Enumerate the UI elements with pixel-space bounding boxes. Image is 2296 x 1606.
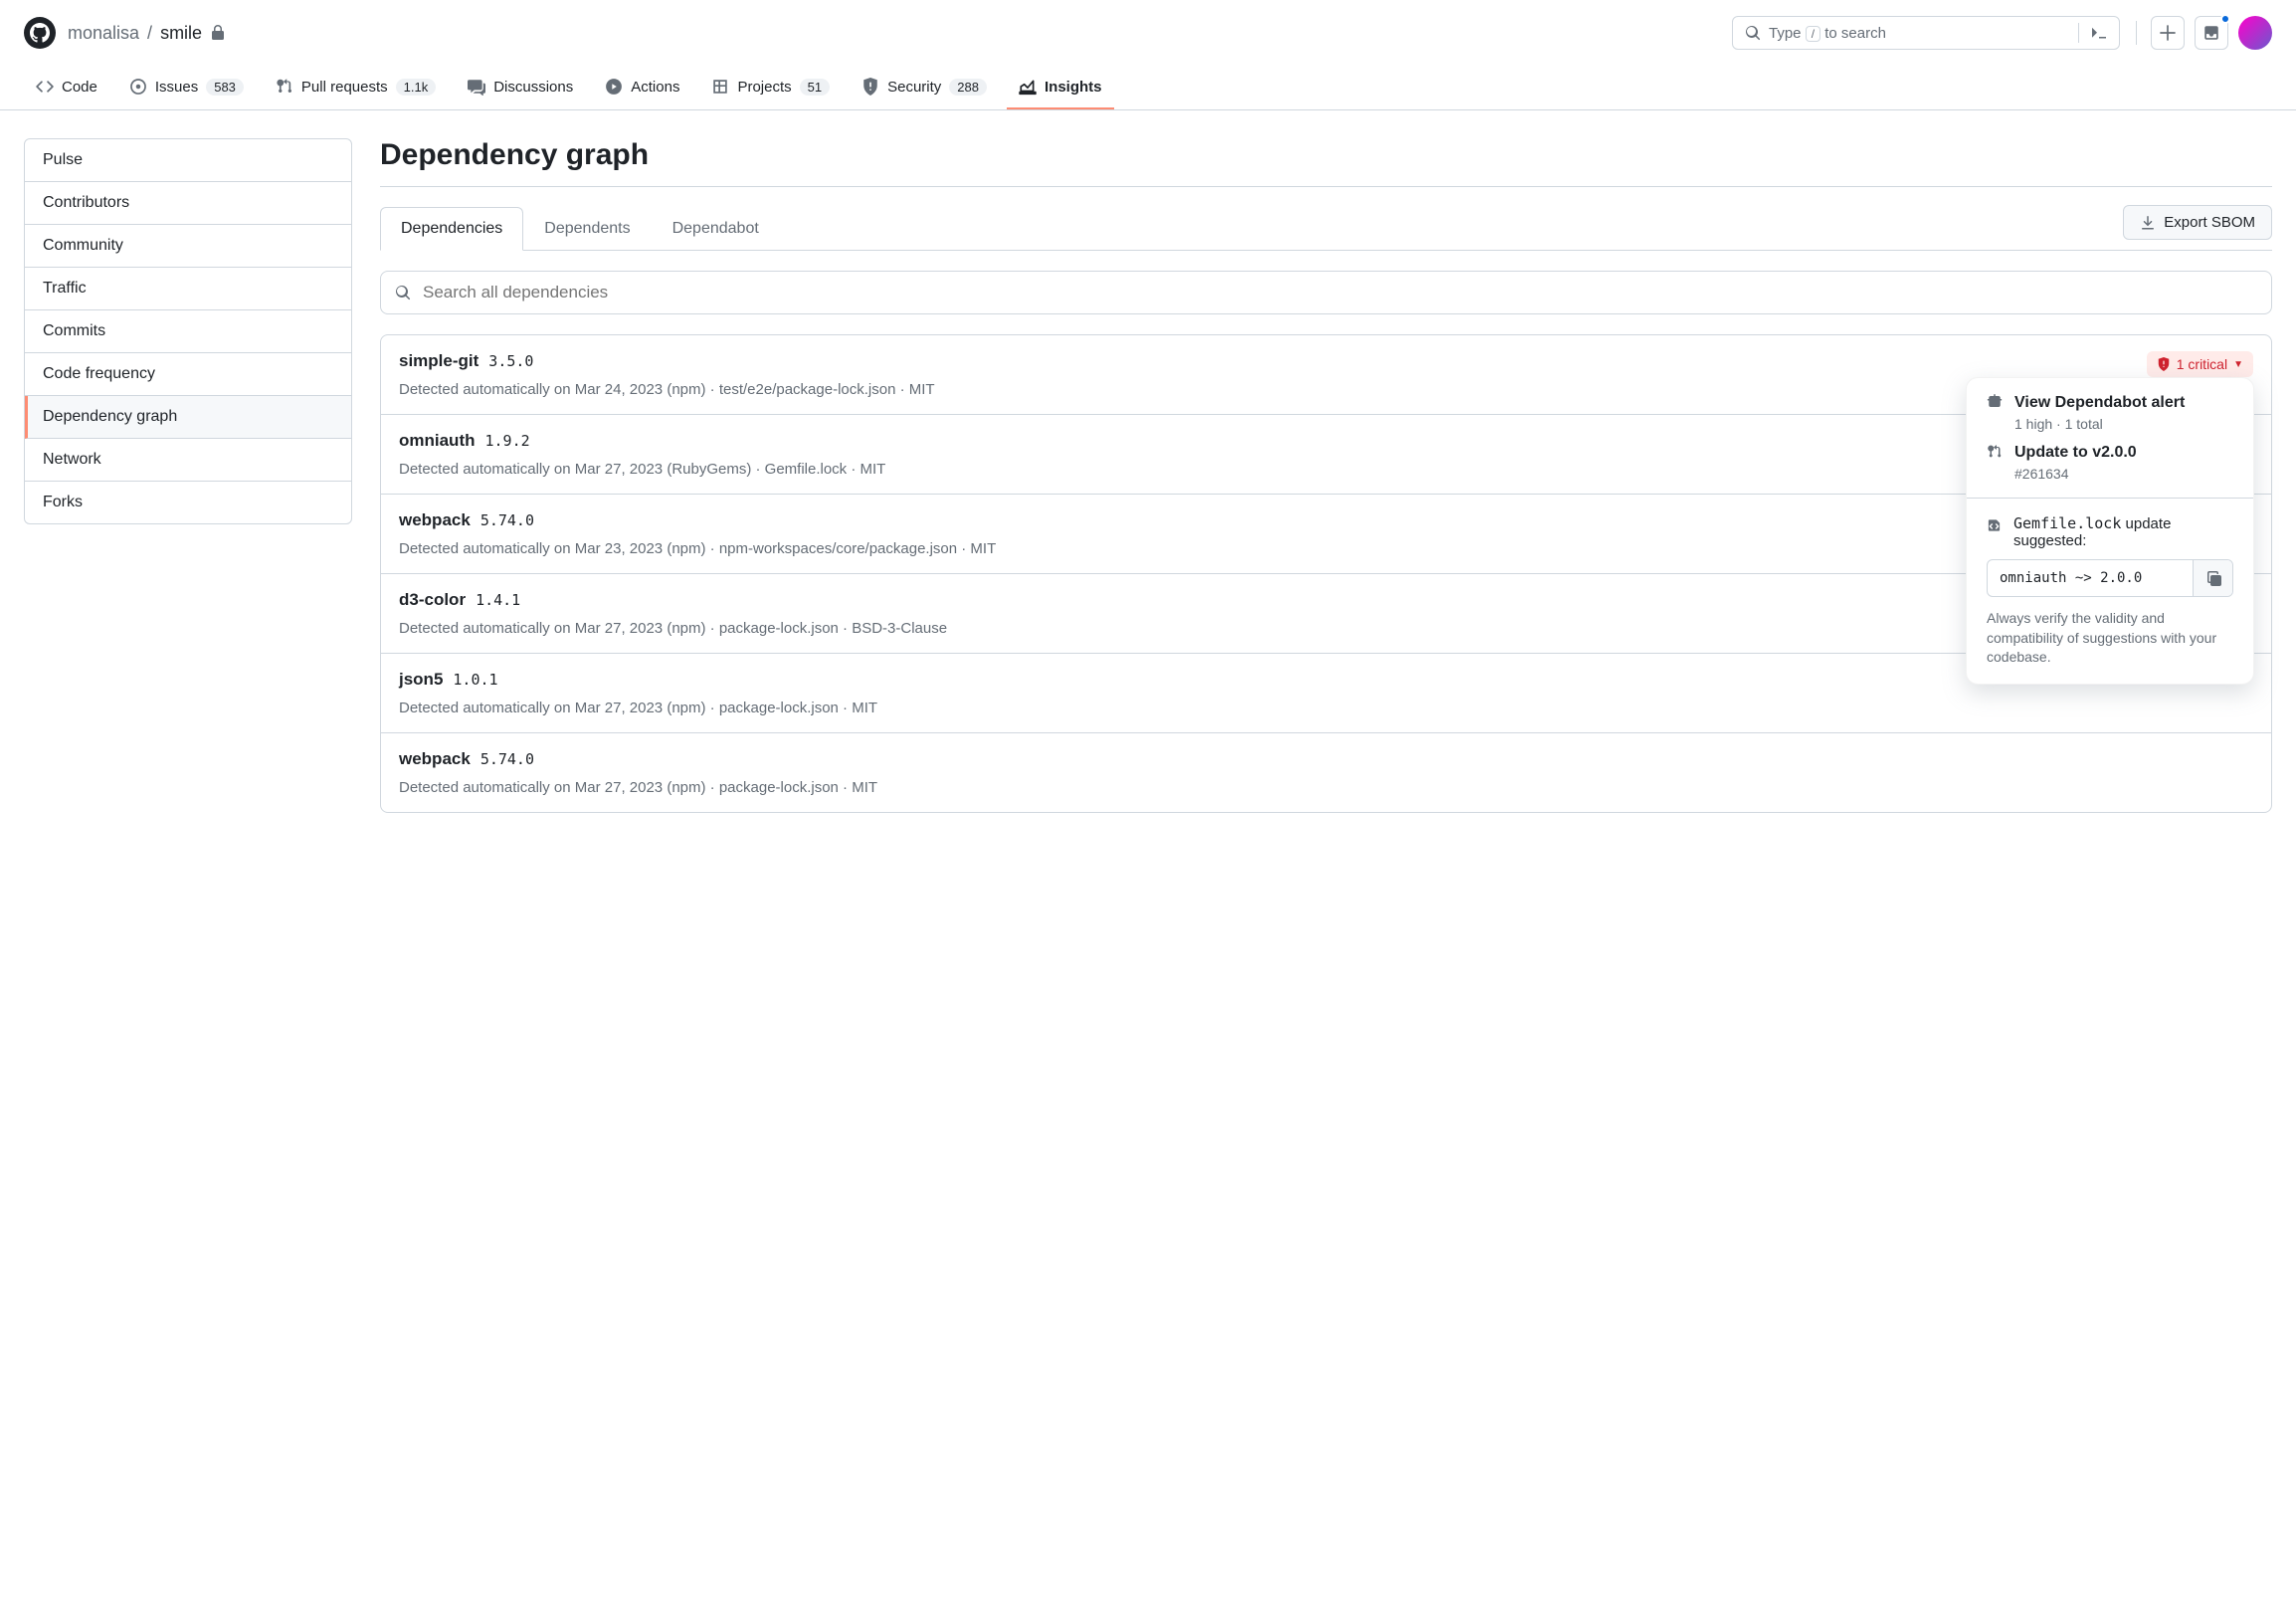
- repo-nav-projects[interactable]: Projects51: [699, 66, 842, 109]
- dependency-search-input[interactable]: [421, 282, 2257, 303]
- sidebar-item-network[interactable]: Network: [25, 439, 351, 482]
- dependency-meta: Detected automatically on Mar 27, 2023 (…: [399, 779, 2253, 796]
- sidebar-item-commits[interactable]: Commits: [25, 310, 351, 353]
- dependabot-icon: [1987, 394, 2003, 410]
- breadcrumb-sep: /: [147, 23, 152, 44]
- dependency-meta: Detected automatically on Mar 27, 2023 (…: [399, 700, 2253, 716]
- sidebar-item-community[interactable]: Community: [25, 225, 351, 268]
- dependency-version: 5.74.0: [480, 511, 534, 529]
- dependency-tabs: DependenciesDependentsDependabot: [380, 206, 780, 250]
- dependency-search[interactable]: [380, 271, 2272, 314]
- dependency-name[interactable]: omniauth: [399, 431, 476, 451]
- global-search[interactable]: Type / to search: [1732, 16, 2120, 50]
- sidebar-item-contributors[interactable]: Contributors: [25, 182, 351, 225]
- notifications-button[interactable]: [2195, 16, 2228, 50]
- tab-dependencies[interactable]: Dependencies: [380, 207, 523, 251]
- sidebar-item-code-frequency[interactable]: Code frequency: [25, 353, 351, 396]
- github-logo[interactable]: [24, 17, 56, 49]
- dependency-version: 1.0.1: [453, 671, 497, 689]
- dependency-version: 3.5.0: [488, 352, 533, 370]
- page-title: Dependency graph: [380, 138, 2272, 172]
- repo-nav-actions[interactable]: Actions: [593, 66, 691, 109]
- dependency-name[interactable]: webpack: [399, 510, 471, 530]
- dependency-version: 5.74.0: [480, 750, 534, 768]
- dependency-name[interactable]: webpack: [399, 749, 471, 769]
- search-icon: [395, 285, 411, 301]
- dependency-meta: Detected automatically on Mar 27, 2023 (…: [399, 461, 2160, 478]
- dependency-name[interactable]: simple-git: [399, 351, 478, 371]
- suggestion-disclaimer: Always verify the validity and compatibi…: [1987, 609, 2233, 668]
- git-pull-request-icon: [1987, 444, 2003, 460]
- user-avatar[interactable]: [2238, 16, 2272, 50]
- inbox-icon: [2202, 24, 2220, 42]
- dependency-name[interactable]: json5: [399, 670, 443, 690]
- caret-down-icon: ▼: [2233, 359, 2243, 370]
- download-icon: [2140, 215, 2156, 231]
- plus-icon: [2159, 24, 2177, 42]
- sidebar-item-dependency-graph[interactable]: Dependency graph: [25, 396, 351, 439]
- copy-icon: [2205, 570, 2221, 586]
- export-sbom-button[interactable]: Export SBOM: [2123, 205, 2272, 240]
- file-update-suggested: Gemfile.lock update suggested:: [1987, 514, 2233, 549]
- repo-nav-security[interactable]: Security288: [850, 66, 999, 109]
- repo-nav-code[interactable]: Code: [24, 66, 109, 109]
- file-code-icon: [1987, 517, 2002, 533]
- dependency-version: 1.9.2: [485, 432, 530, 450]
- repo-nav-pull-requests[interactable]: Pull requests1.1k: [264, 66, 448, 109]
- dependency-actions-popover: View Dependabot alert 1 high · 1 total U…: [1966, 377, 2254, 685]
- sidebar-item-traffic[interactable]: Traffic: [25, 268, 351, 310]
- dependency-name[interactable]: d3-color: [399, 590, 466, 610]
- sidebar-item-pulse[interactable]: Pulse: [25, 139, 351, 182]
- tab-dependabot[interactable]: Dependabot: [652, 207, 780, 251]
- breadcrumb-owner[interactable]: monalisa: [68, 23, 139, 44]
- insights-sidebar: PulseContributorsCommunityTrafficCommits…: [24, 138, 352, 524]
- command-palette-icon[interactable]: [2091, 25, 2107, 41]
- update-to-version[interactable]: Update to v2.0.0: [1987, 444, 2233, 462]
- copy-suggestion-button[interactable]: [2193, 560, 2232, 596]
- view-dependabot-alert[interactable]: View Dependabot alert: [1987, 394, 2233, 412]
- search-icon: [1745, 25, 1761, 41]
- breadcrumb: monalisa / smile: [68, 23, 226, 44]
- breadcrumb-repo[interactable]: smile: [160, 23, 202, 44]
- suggested-code: omniauth ~> 2.0.0: [1988, 560, 2193, 596]
- lock-icon: [210, 25, 226, 41]
- dependency-meta: Detected automatically on Mar 24, 2023 (…: [399, 381, 2147, 398]
- dependency-row: webpack 5.74.0 Detected automatically on M…: [381, 733, 2271, 812]
- repo-nav-issues[interactable]: Issues583: [117, 66, 256, 109]
- severity-badge[interactable]: 1 critical▼: [2147, 351, 2253, 377]
- sidebar-item-forks[interactable]: Forks: [25, 482, 351, 523]
- shield-alert-icon: [2157, 357, 2171, 371]
- repo-nav: CodeIssues583Pull requests1.1kDiscussion…: [0, 66, 2296, 110]
- tab-dependents[interactable]: Dependents: [523, 207, 651, 251]
- unread-badge: [2220, 14, 2230, 24]
- dependency-version: 1.4.1: [476, 591, 520, 609]
- repo-nav-discussions[interactable]: Discussions: [456, 66, 585, 109]
- slash-key: /: [1806, 26, 1820, 42]
- repo-nav-insights[interactable]: Insights: [1007, 66, 1114, 109]
- create-new-button[interactable]: [2151, 16, 2185, 50]
